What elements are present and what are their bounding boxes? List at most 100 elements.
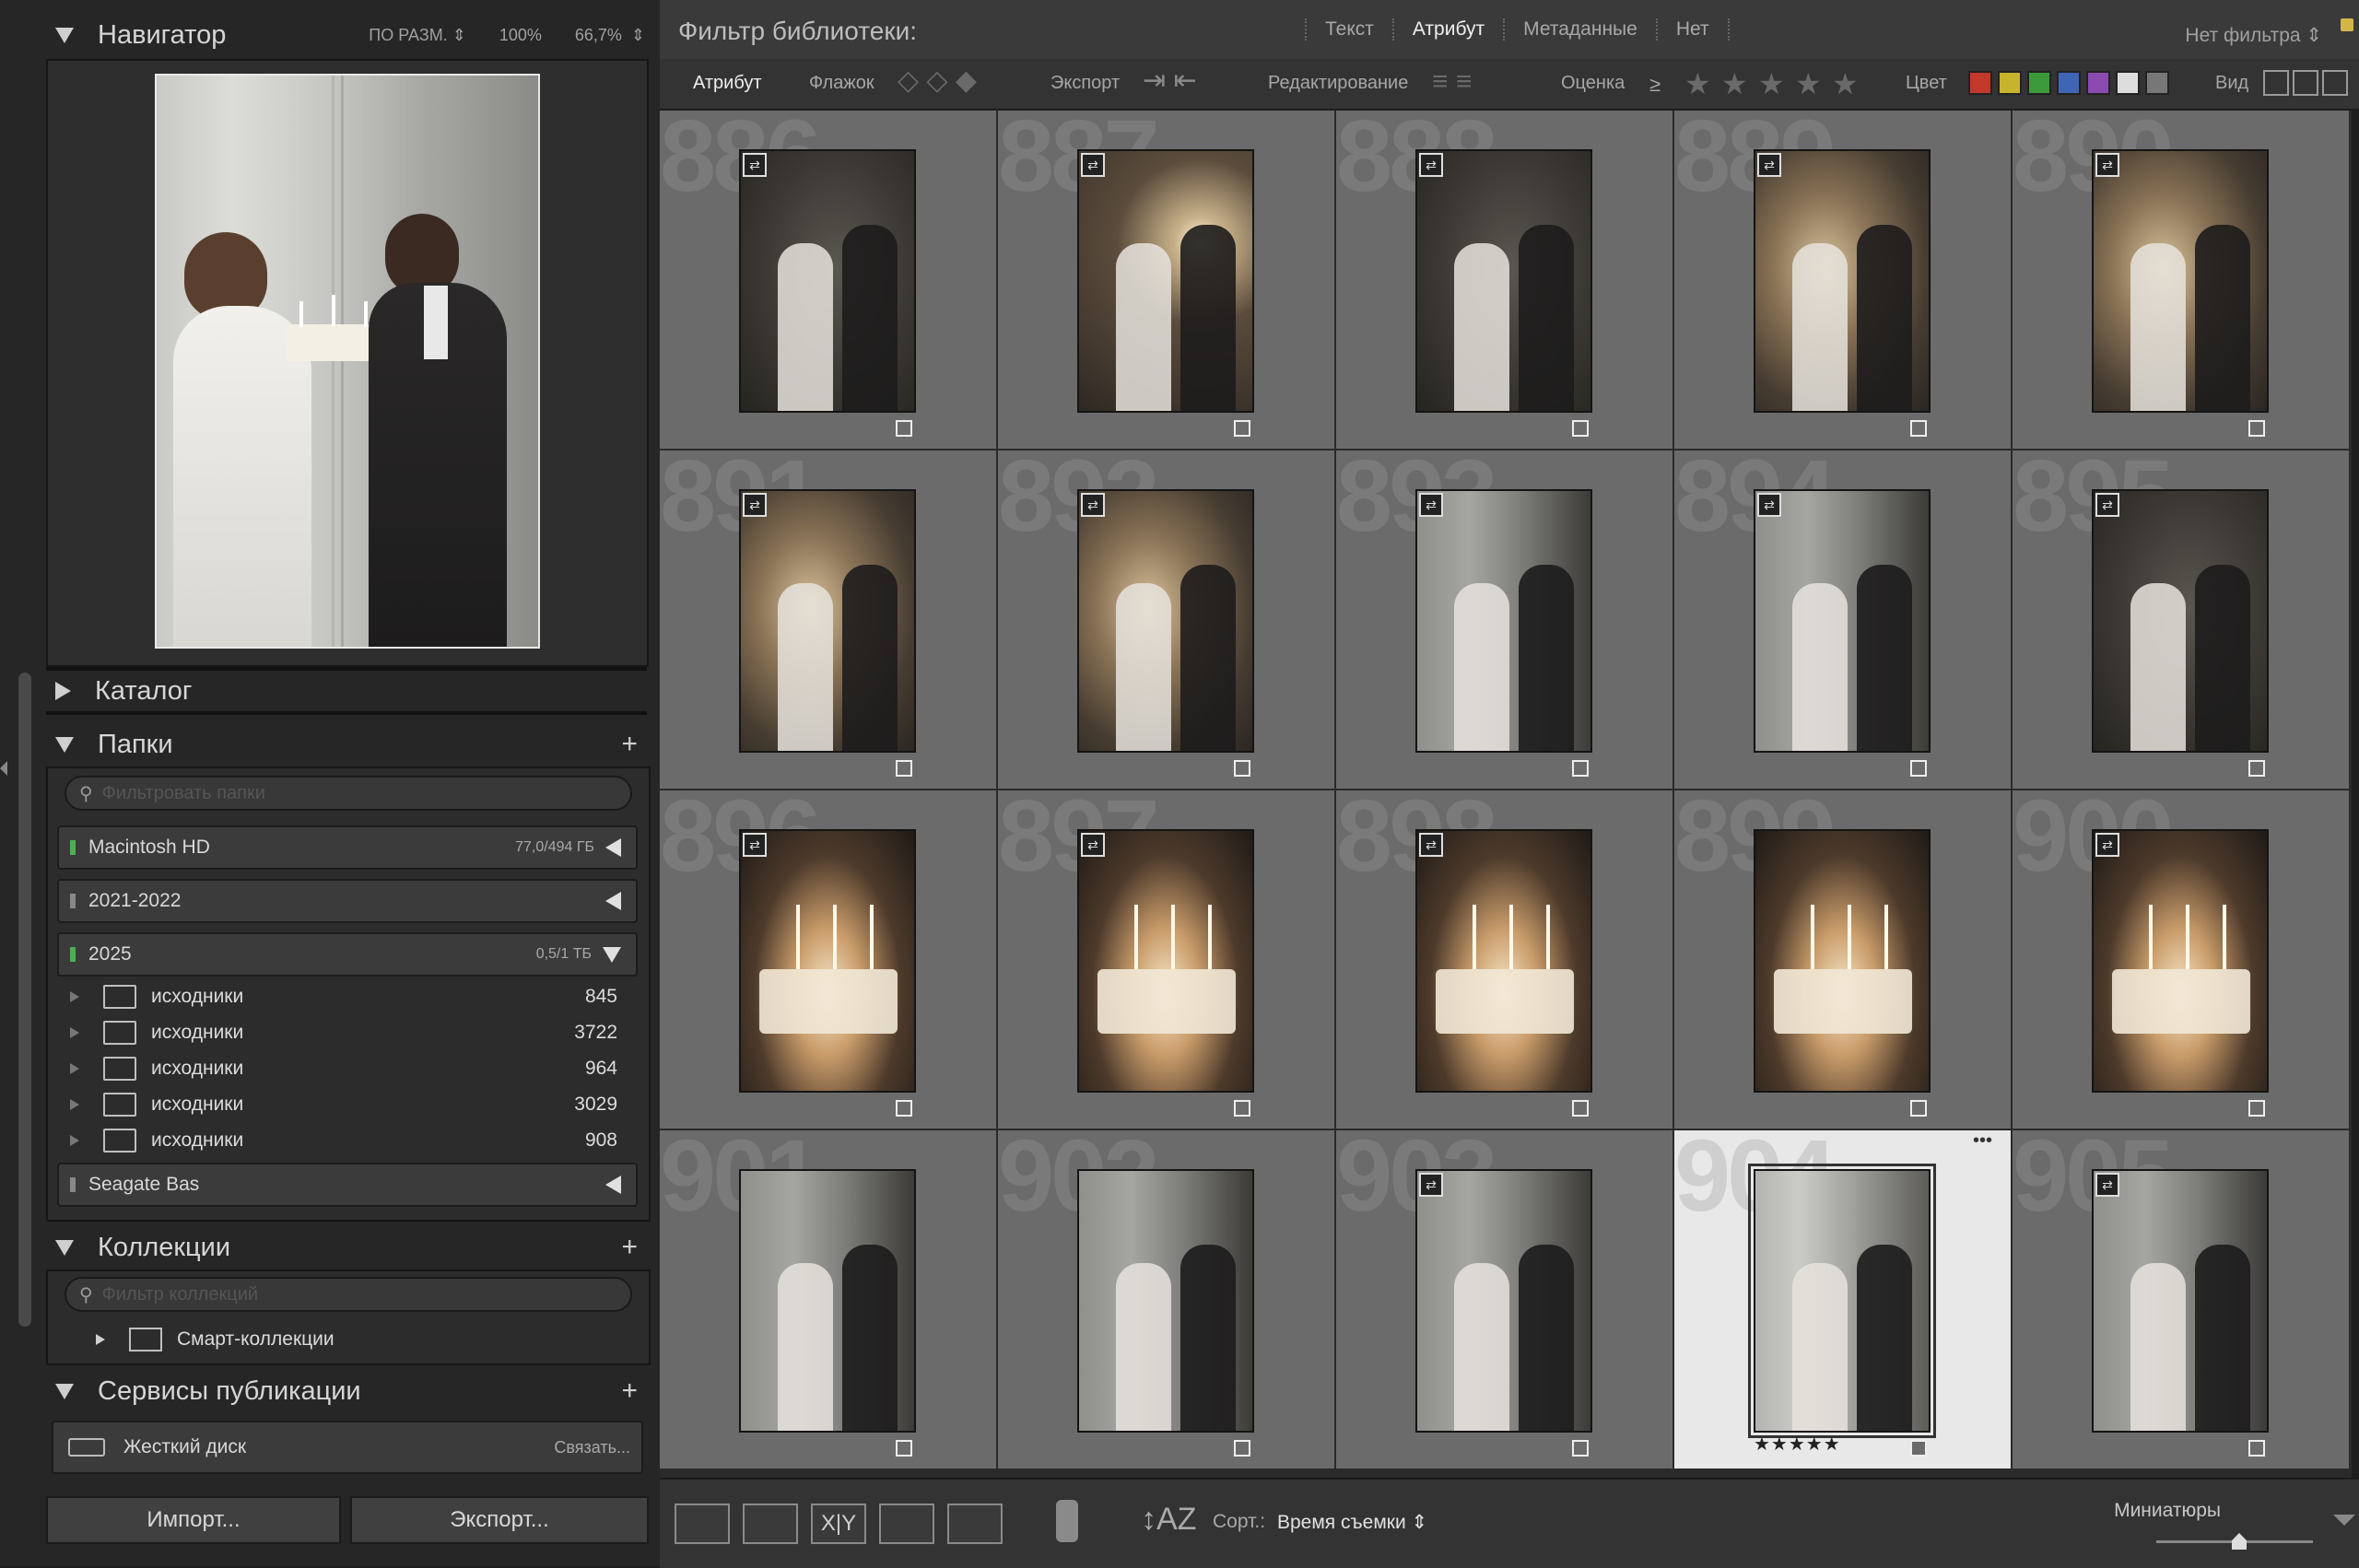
thumbnail-cell[interactable]: 894⇄ [1674, 451, 2011, 789]
thumbnail-photo[interactable] [1415, 829, 1592, 1093]
rating-star-2[interactable]: ★ [1721, 66, 1748, 101]
painter-spray-icon[interactable] [1056, 1500, 1078, 1542]
quick-collection-checkbox[interactable] [1572, 1440, 1589, 1457]
import-button[interactable]: Импорт... [46, 1496, 341, 1544]
quick-collection-checkbox[interactable] [1910, 1440, 1927, 1457]
quick-collection-checkbox[interactable] [1572, 420, 1589, 437]
quick-collection-checkbox[interactable] [2248, 760, 2265, 777]
quick-collection-checkbox[interactable] [2248, 1100, 2265, 1117]
folder-item[interactable]: исходники 3722 [57, 1014, 634, 1050]
thumbnail-cell[interactable]: 888⇄ [1336, 111, 1672, 449]
thumbnail-photo[interactable] [1077, 1169, 1254, 1433]
collapse-triangle-icon[interactable] [55, 1383, 74, 1399]
rating-operator[interactable]: ≥ [1649, 73, 1661, 97]
collapse-triangle-icon[interactable] [55, 27, 74, 43]
thumbnail-cell[interactable]: 903⇄ [1336, 1130, 1672, 1469]
tab-none[interactable]: Нет [1655, 18, 1730, 41]
thumbnail-cell[interactable]: 896⇄ [660, 790, 996, 1129]
tab-metadata[interactable]: Метаданные [1503, 18, 1656, 41]
thumbnail-photo[interactable] [1754, 149, 1931, 413]
color-swatch-yellow[interactable] [1998, 71, 2022, 95]
color-swatch-green[interactable] [2027, 71, 2051, 95]
quick-collection-checkbox[interactable] [1234, 420, 1250, 437]
people-view-icon[interactable] [947, 1504, 1003, 1544]
collapse-triangle-icon[interactable] [55, 736, 74, 753]
thumbnail-photo[interactable] [1415, 489, 1592, 753]
folder-expand-icon[interactable] [70, 1134, 79, 1146]
view-compare-icon[interactable] [2322, 70, 2348, 96]
thumbnail-cell[interactable]: 897⇄ [998, 790, 1334, 1129]
view-grid-icon[interactable] [2263, 70, 2289, 96]
thumbnail-cell[interactable]: 886⇄ [660, 111, 996, 449]
folder-item[interactable]: исходники 3029 [57, 1086, 634, 1122]
compare-view-icon[interactable]: X|Y [811, 1504, 866, 1544]
thumbnail-cell[interactable]: 898⇄ [1336, 790, 1672, 1129]
quick-collection-checkbox[interactable] [2248, 1440, 2265, 1457]
add-collection-button[interactable]: + [621, 1232, 638, 1263]
thumbnail-photo[interactable] [2092, 149, 2269, 413]
navigator-image[interactable] [155, 74, 540, 649]
sort-direction-icon[interactable]: ↕AZ [1141, 1502, 1196, 1538]
drive-2021-2022[interactable]: 2021-2022 [57, 879, 638, 923]
rating-star-1[interactable]: ★ [1684, 66, 1711, 101]
thumbnail-cell[interactable]: 900⇄ [2013, 790, 2349, 1129]
folder-item[interactable]: исходники 845 [57, 978, 634, 1014]
folders-header[interactable]: Папки + [55, 719, 645, 770]
drive-expand-icon[interactable] [605, 1176, 621, 1194]
quick-collection-checkbox[interactable] [896, 420, 912, 437]
thumbnail-cell[interactable]: 893⇄ [1336, 451, 1672, 789]
loupe-view-icon[interactable] [743, 1504, 798, 1544]
thumbnail-cell[interactable]: 902 [998, 1130, 1334, 1469]
thumbnail-photo[interactable] [1077, 829, 1254, 1093]
view-loupe-icon[interactable] [2293, 70, 2318, 96]
color-swatch-blue[interactable] [2057, 71, 2081, 95]
drive-expand-icon[interactable] [605, 892, 621, 910]
zoom-100-option[interactable]: 100% [499, 26, 542, 45]
quick-collection-checkbox[interactable] [1234, 760, 1250, 777]
export-filter-icons[interactable]: ⇥ ⇤ [1143, 64, 1197, 97]
tab-attribute[interactable]: Атрибут [1391, 18, 1503, 41]
thumbnail-photo[interactable] [1754, 829, 1931, 1093]
thumbnail-cell[interactable]: 890⇄ [2013, 111, 2349, 449]
left-panel-scrollbar[interactable] [18, 673, 31, 1327]
color-swatch-white[interactable] [2116, 71, 2140, 95]
thumbnail-cell[interactable]: 904★★★★★••• [1674, 1130, 2011, 1469]
collapse-left-arrow[interactable] [0, 755, 9, 783]
expand-triangle-icon[interactable] [96, 1333, 105, 1345]
collections-search-input[interactable]: ⚲ Фильтр коллекций [65, 1277, 632, 1312]
color-swatch-red[interactable] [1968, 71, 1992, 95]
edit-filter-icons[interactable]: ≡ ≡ [1432, 66, 1472, 98]
rating-stars[interactable]: ★★★★★ [1754, 1433, 1841, 1456]
add-publish-service-button[interactable]: + [621, 1375, 638, 1407]
drive-expand-icon[interactable] [605, 838, 621, 857]
publish-hard-drive-item[interactable]: Жесткий диск Связать... [52, 1421, 643, 1474]
thumbnail-cell[interactable]: 901 [660, 1130, 996, 1469]
zoom-fit-option[interactable]: ПО РАЗМ. ⇕ [369, 26, 466, 45]
folder-expand-icon[interactable] [70, 1062, 79, 1074]
folder-item[interactable]: исходники 964 [57, 1050, 634, 1086]
quick-collection-checkbox[interactable] [1234, 1100, 1250, 1117]
thumbnail-photo[interactable] [1077, 489, 1254, 753]
collapse-triangle-icon[interactable] [55, 1239, 74, 1256]
rating-star-4[interactable]: ★ [1795, 66, 1822, 101]
thumbnail-cell[interactable]: 887⇄ [998, 111, 1334, 449]
thumbnail-photo[interactable] [739, 829, 916, 1093]
thumbnail-cell[interactable]: 905⇄ [2013, 1130, 2349, 1469]
quick-collection-checkbox[interactable] [1572, 1100, 1589, 1117]
collections-header[interactable]: Коллекции + [55, 1222, 645, 1273]
more-options-icon[interactable]: ••• [1973, 1130, 1992, 1152]
navigator-preview[interactable] [46, 59, 649, 667]
folder-expand-icon[interactable] [70, 1098, 79, 1110]
quick-collection-checkbox[interactable] [896, 1100, 912, 1117]
quick-collection-checkbox[interactable] [1572, 760, 1589, 777]
drive-seagate[interactable]: Seagate Bas [57, 1163, 638, 1207]
quick-collection-checkbox[interactable] [1234, 1440, 1250, 1457]
drive-2025[interactable]: 2025 0,5/1 ТБ [57, 932, 638, 977]
thumbnail-photo[interactable] [739, 149, 916, 413]
tab-text[interactable]: Текст [1305, 18, 1392, 41]
thumbnail-photo[interactable] [739, 1169, 916, 1433]
thumbnail-cell[interactable]: 889⇄ [1674, 111, 2011, 449]
quick-collection-checkbox[interactable] [896, 1440, 912, 1457]
thumbnail-photo[interactable] [1077, 149, 1254, 413]
folder-item[interactable]: исходники 908 [57, 1122, 634, 1158]
